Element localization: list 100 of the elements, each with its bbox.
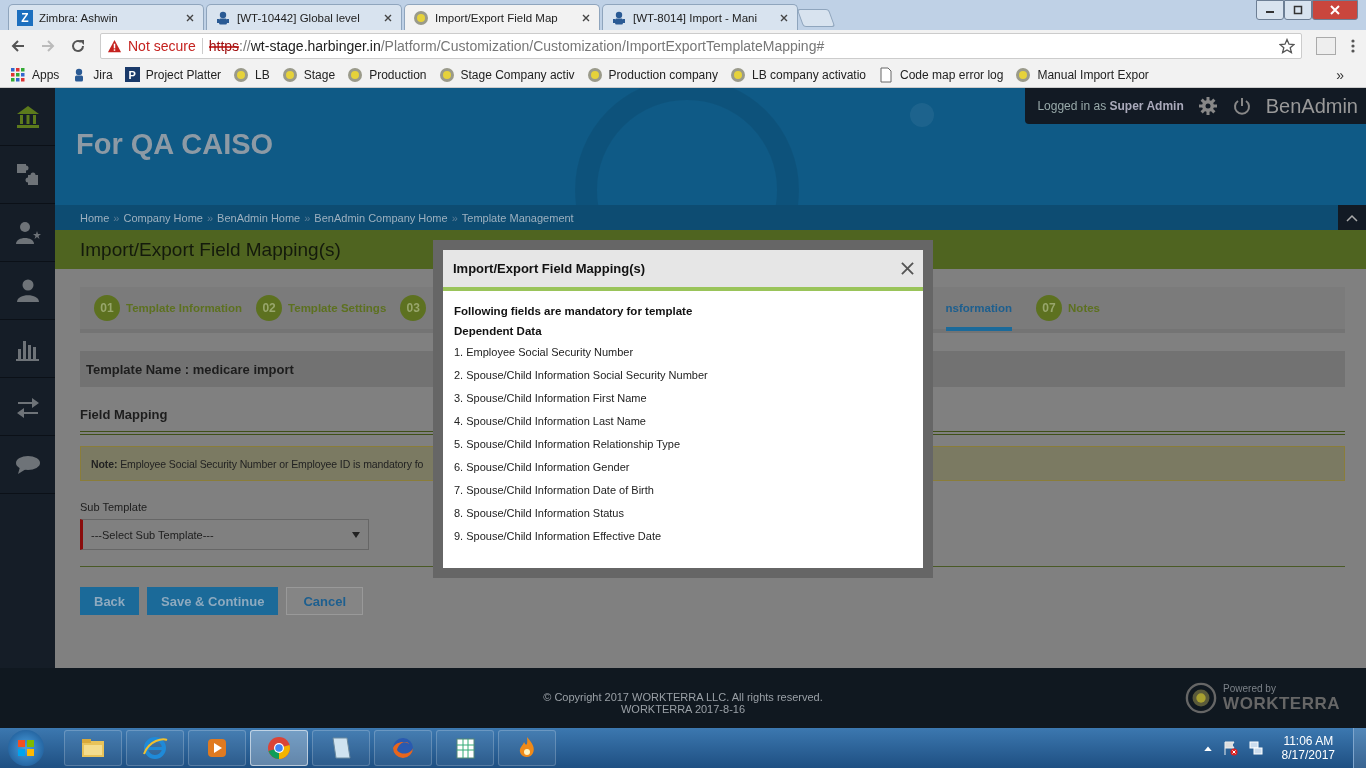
close-icon[interactable] [901, 262, 914, 275]
maximize-button[interactable] [1284, 0, 1312, 20]
page-icon [878, 66, 895, 83]
grid-icon [10, 66, 26, 83]
mandatory-field-item: 6. Spouse/Child Information Gender [454, 460, 631, 475]
close-icon [1329, 5, 1341, 15]
tab-logo-icon: Z [17, 9, 33, 26]
clock-date: 8/17/2017 [1281, 748, 1335, 762]
breadcrumb-separator: » [206, 211, 214, 224]
modal-subheading: Dependent Data [454, 325, 543, 337]
page-title: Import/Export Field Mapping(s) [80, 238, 341, 261]
circle-logo-icon [729, 66, 746, 83]
logged-in-text: Logged in as Super Admin [1037, 99, 1184, 113]
breadcrumb-link[interactable]: BenAdmin Home [217, 211, 301, 224]
menu-icon[interactable] [1350, 38, 1356, 54]
circle-logo-icon [233, 66, 250, 83]
clock[interactable]: 11:06 AM 8/17/2017 [1273, 734, 1343, 762]
breadcrumb-link[interactable]: Template Management [461, 211, 574, 224]
robot-icon [215, 9, 231, 26]
circle-logo-icon [586, 66, 603, 83]
circle-logo-icon [438, 66, 455, 83]
browser-tab[interactable]: [WT-8014] Import - Mani [602, 4, 798, 30]
bookmark[interactable]: Code map error log [878, 66, 1004, 83]
browser-tab[interactable]: [WT-10442] Global level [206, 4, 402, 30]
sub-template-dropdown[interactable]: ---Select Sub Template--- [80, 519, 369, 550]
bookmark[interactable]: LB company activatio [729, 66, 867, 83]
chrome-logo-icon [265, 734, 293, 762]
close-icon[interactable] [185, 12, 195, 23]
windows-logo-icon [16, 738, 36, 758]
product-name: BenAdmin [1265, 94, 1358, 118]
clock-time: 11:06 AM [1283, 734, 1334, 748]
warning-icon [107, 38, 122, 54]
minimize-button[interactable] [1256, 0, 1284, 20]
mandatory-field-item: 9. Spouse/Child Information Effective Date [454, 529, 663, 544]
modal-heading: Following fields are mandatory for template [454, 305, 694, 317]
company-title: For QA CAISO [76, 128, 274, 161]
tab-title: [WT-10442] Global level [237, 11, 361, 24]
browser-tab[interactable]: Import/Export Field Map [404, 4, 600, 30]
circle-logo-icon [1015, 66, 1032, 83]
mandatory-field-item: 3. Spouse/Child Information First Name [454, 391, 648, 406]
circle-logo-icon [347, 66, 364, 83]
mandatory-field-item: 4. Spouse/Child Information Last Name [454, 414, 647, 429]
bookmark[interactable]: Production company [586, 66, 718, 83]
settings-icon[interactable] [1197, 96, 1218, 116]
powered-by-text: Powered by [1223, 682, 1277, 694]
tab-title: Zimbra: Ashwin [39, 11, 119, 24]
bookmark[interactable]: Jira [71, 66, 113, 83]
collapse-button[interactable] [1338, 205, 1366, 230]
taskbar-app-button[interactable] [250, 730, 308, 766]
mandatory-field-item: 5. Spouse/Child Information Relationship Type [454, 437, 682, 452]
bookmark[interactable]: Manual Import Expor [1015, 66, 1149, 83]
copyright-text: © Copyright 2017 WORKTERRA LLC. All rights reserved. [543, 691, 823, 703]
network-icon[interactable] [1247, 740, 1264, 756]
more-bookmarks[interactable]: » [1336, 66, 1344, 83]
browser-tab[interactable]: Z Zimbra: Ashwin [8, 4, 204, 30]
close-window-button[interactable] [1312, 0, 1358, 20]
bookmark[interactable]: Apps [10, 66, 60, 83]
taskbar-app-button[interactable] [126, 730, 184, 766]
taskbar-app-button[interactable] [188, 730, 246, 766]
modal-title: Import/Export Field Mapping(s) [453, 261, 646, 276]
breadcrumb-separator: » [304, 211, 311, 224]
star-icon[interactable] [1279, 38, 1295, 54]
circle-logo-icon [281, 66, 298, 83]
bookmark[interactable]: P Project Platter [124, 67, 222, 82]
taskbar-app-button[interactable] [498, 730, 556, 766]
bookmark[interactable]: Stage Company activ [438, 66, 575, 83]
breadcrumb-separator: » [451, 211, 458, 224]
e-logo-icon [141, 734, 169, 762]
taskbar-app-button[interactable] [312, 730, 370, 766]
maximize-icon [1292, 5, 1304, 15]
close-icon[interactable] [581, 12, 591, 23]
caret-up-icon [1346, 213, 1358, 222]
taskbar-app-button[interactable] [436, 730, 494, 766]
flag-icon[interactable] [1221, 740, 1238, 756]
mandatory-field-item: 1. Employee Social Security Number [454, 345, 635, 360]
bookmark[interactable]: LB [233, 66, 270, 83]
section-title: Field Mapping [80, 407, 168, 422]
version-text: WORKTERRA 2017-8-16 [620, 703, 746, 715]
breadcrumb-link[interactable]: Company Home [123, 211, 203, 224]
tab-title: [WT-8014] Import - Mani [633, 11, 758, 24]
mandatory-field-item: 8. Spouse/Child Information Status [454, 506, 625, 521]
template-name: Template Name : medicare import [86, 361, 294, 377]
bookmark[interactable]: Stage [281, 66, 336, 83]
breadcrumb-link[interactable]: Home [80, 211, 110, 224]
taskbar-app-button[interactable] [64, 730, 122, 766]
close-icon[interactable] [779, 12, 789, 23]
tab-title: Import/Export Field Map [435, 11, 559, 24]
show-hidden-icons-icon[interactable] [1203, 745, 1212, 751]
note-text: Note: Employee Social Security Number or Employee ID is mandatory fo [91, 457, 424, 470]
security-status: Not secure [128, 38, 196, 54]
back-arrow-icon[interactable] [10, 38, 26, 54]
reload-icon[interactable] [70, 38, 86, 54]
breadcrumb-separator: » [113, 211, 120, 224]
mandatory-field-item: 7. Spouse/Child Information Date of Birth [454, 483, 655, 498]
breadcrumb-link[interactable]: BenAdmin Company Home [314, 211, 448, 224]
start-button[interactable] [8, 730, 44, 766]
close-icon[interactable] [383, 12, 393, 23]
power-icon[interactable] [1231, 96, 1252, 116]
robot-icon [611, 9, 627, 26]
bookmark[interactable]: Production [347, 66, 427, 83]
